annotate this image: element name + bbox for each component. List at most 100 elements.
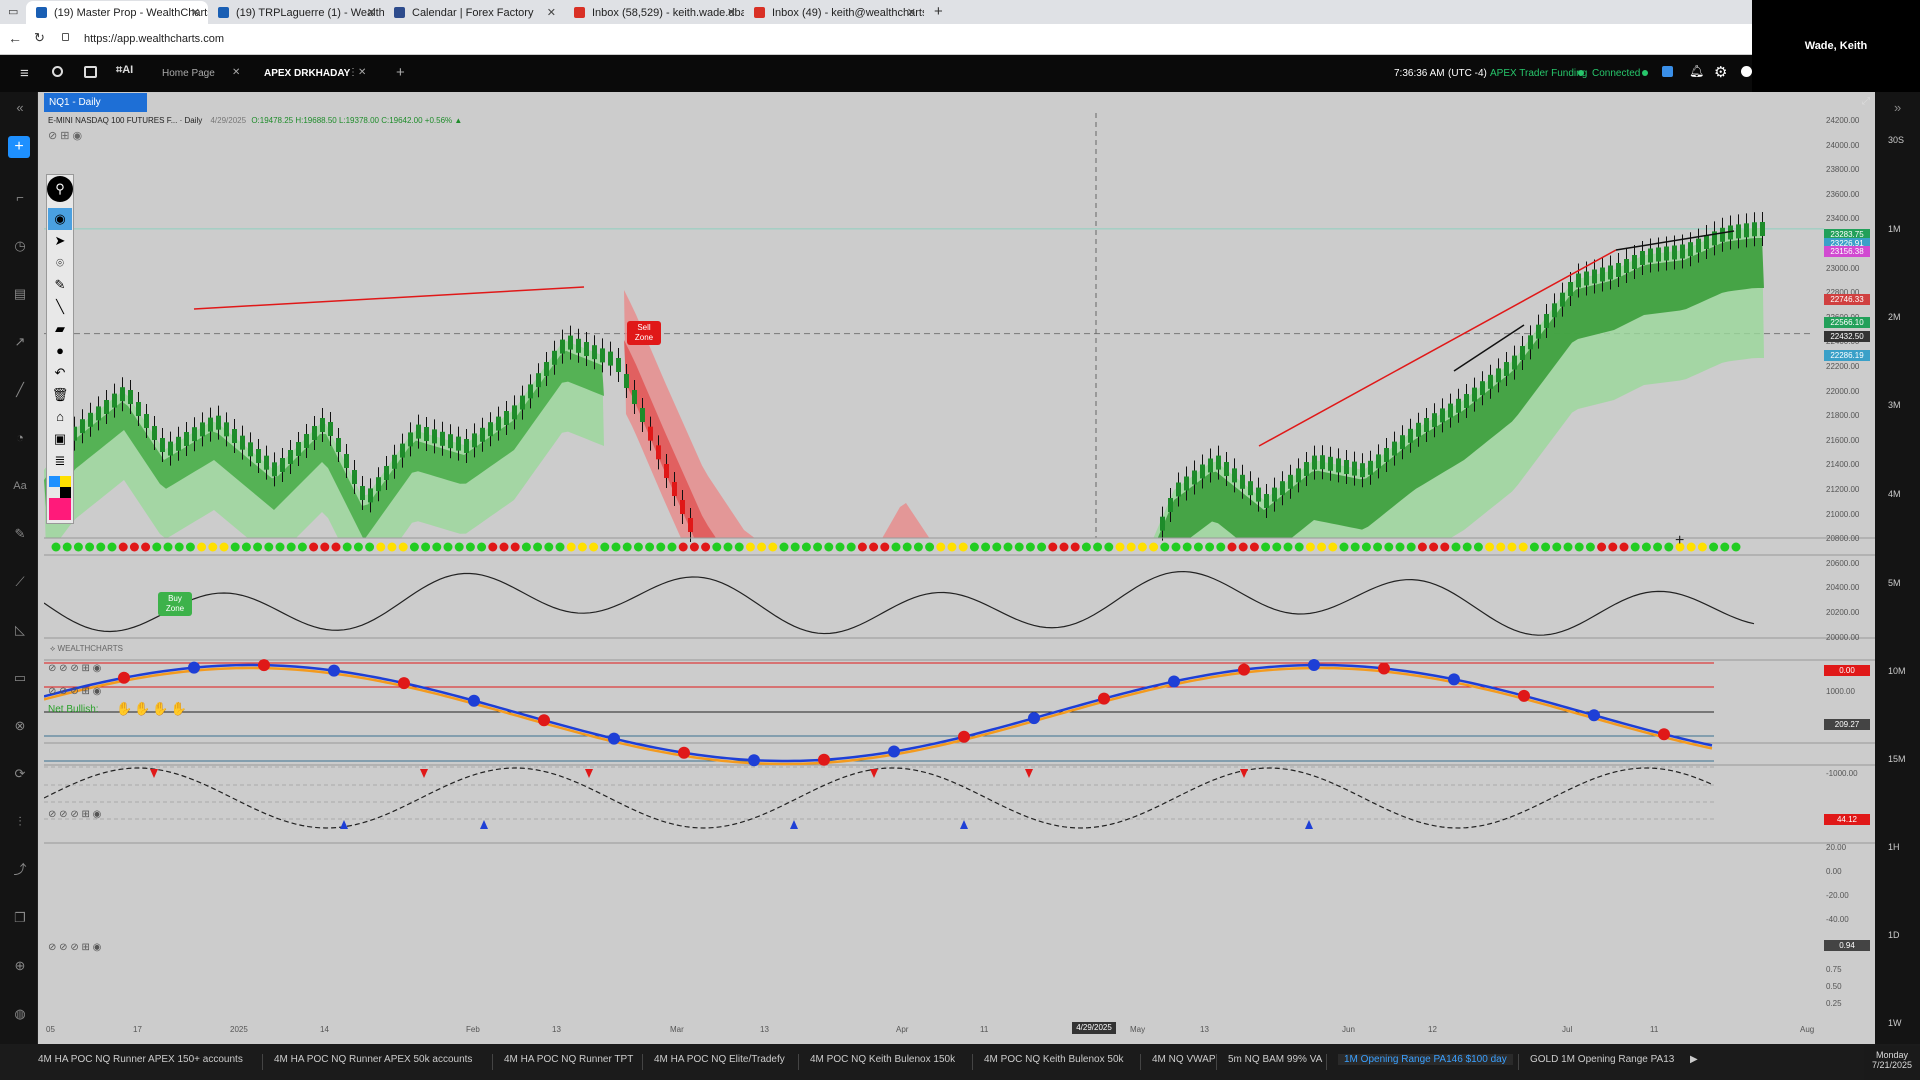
strategy-icon[interactable]: ⤴ [12,862,28,878]
browser-tab-4[interactable]: Inbox (58,529) - keith.wade.dba@ ✕ [564,1,744,24]
indicator-icon[interactable]: ⫶ [12,814,28,830]
funding-label[interactable]: APEX Trader Funding [1490,68,1587,79]
color-swatch-black[interactable] [60,487,71,498]
dots-indicator-controls[interactable]: ⊘ ⊘ ⊘ ⊞ ◉ [48,663,101,674]
gear-icon[interactable]: ⚙ [1714,63,1727,81]
timeframe-1m[interactable]: 1M [1888,224,1901,234]
timeframe-4m[interactable]: 4M [1888,489,1901,499]
collapse-right-icon[interactable]: » [1894,100,1901,115]
pin-icon[interactable]: ⚲ [47,176,73,202]
cursor-icon[interactable]: ➤ [48,230,72,252]
timeframe-1d[interactable]: 1D [1888,930,1900,940]
layout-tab[interactable]: 4M POC NQ Keith Bulenox 50k [984,1054,1124,1065]
layout-tab[interactable]: 4M POC NQ Keith Bulenox 150k [810,1054,955,1065]
ai-icon[interactable]: ⌗AI [116,64,133,77]
price-tag: 23156.38 [1824,246,1870,257]
settings-small-icon[interactable]: ⊘ ⊞ ◉ [48,129,82,142]
timeframe-10m[interactable]: 10M [1888,666,1906,676]
save-icon[interactable] [1662,66,1673,77]
timeframe-15m[interactable]: 15M [1888,754,1906,764]
globe-icon[interactable]: ◍ [12,1006,28,1022]
collapse-left-icon[interactable]: « [12,100,28,116]
close-tab-icon[interactable]: ✕ [367,6,376,19]
layout-tab[interactable]: 4M HA POC NQ Runner APEX 50k accounts [274,1054,472,1065]
menu-icon[interactable]: ≡ [20,65,29,82]
back-icon[interactable]: ← [8,30,22,46]
tab-actions-icon[interactable]: ▭ [8,5,18,18]
osc2-indicator-controls[interactable]: ⊘ ⊘ ⊘ ⊞ ◉ [48,809,101,820]
timeframe-1h[interactable]: 1H [1888,842,1900,852]
layout-tab[interactable]: 4M HA POC NQ Runner TPT [504,1054,633,1065]
trash-icon[interactable]: 🗑︎ [48,384,72,406]
tab-options-icon[interactable]: ⋮ [348,67,358,78]
clipboard-icon[interactable]: ▣ [48,428,72,450]
dot-icon[interactable]: ● [48,340,72,362]
ruler-icon[interactable]: ⟋ [12,574,28,590]
timeframe-1w[interactable]: 1W [1888,1018,1902,1028]
hide-icon[interactable]: ⊗ [12,718,28,734]
windows-icon[interactable]: ❐ [12,910,28,926]
price-chart[interactable] [44,113,1875,1042]
layout-tab[interactable]: GOLD 1M Opening Range PA13 [1530,1054,1674,1065]
color-swatch-blue[interactable] [49,476,60,487]
expand-chart-icon[interactable]: ⤢ [1862,96,1870,107]
timeframe-2m[interactable]: 2M [1888,312,1901,322]
bell-icon[interactable]: 🔔︎ [1689,64,1704,78]
timeframe-30s[interactable]: 30S [1888,135,1904,145]
help-icon[interactable] [1741,66,1752,77]
layers-icon[interactable]: ≣ [48,450,72,472]
layout-tab[interactable]: 4M NQ VWAP [1152,1054,1216,1065]
close-tab-icon[interactable]: ✕ [191,6,200,19]
browser-tab-3[interactable]: Calendar | Forex Factory ✕ [384,1,564,24]
browser-tab-1[interactable]: (19) Master Prop - WealthCharts ✕ [26,1,208,24]
measure-icon[interactable]: ◺ [12,622,28,638]
line-icon[interactable]: ╲ [48,296,72,318]
layout-tab[interactable]: 4M HA POC NQ Elite/Tradefy [654,1054,785,1065]
layout-tab[interactable]: 5m NQ BAM 99% VA [1228,1054,1322,1065]
osc3-indicator-controls[interactable]: ⊘ ⊘ ⊘ ⊞ ◉ [48,942,101,953]
close-tab-icon[interactable]: ✕ [907,6,916,19]
refresh-icon[interactable]: ⟳ [12,766,28,782]
layout-tab[interactable]: 1M Opening Range PA146 $100 day [1338,1054,1513,1065]
tab-apex-drkhaday[interactable]: APEX DRKHADAY [264,68,350,79]
browser-tab-2[interactable]: (19) TRPLaguerre (1) - WealthCha ✕ [208,1,384,24]
shapes-icon[interactable]: ◔ [12,430,28,446]
color-swatch-magenta[interactable] [49,498,71,520]
eraser-icon[interactable]: ▰ [48,318,72,340]
browser-tab-5[interactable]: Inbox (49) - keith@wealthcharts. ✕ [744,1,924,24]
layout-icon[interactable]: ▭ [12,670,28,686]
calendar-icon[interactable]: ▤ [12,286,28,302]
osc1-indicator-controls[interactable]: ⊘ ⊘ ⊘ ⊞ ◉ [48,686,101,697]
symbol-tab[interactable]: NQ1 - Daily [44,93,147,112]
clock-icon[interactable]: ◷ [12,238,28,254]
camera-icon[interactable]: ⌂ [48,406,72,428]
undo-icon[interactable]: ↶ [48,362,72,384]
search-icon[interactable] [52,66,63,77]
pen-icon[interactable]: ✎ [12,526,28,542]
layouts-icon[interactable] [84,66,97,78]
timeframe-3m[interactable]: 3M [1888,400,1901,410]
magnet-icon[interactable]: ⌾ [48,252,72,274]
close-tab-icon[interactable]: ✕ [727,6,736,19]
target-icon[interactable]: ⊕ [12,958,28,974]
line-tool-icon[interactable]: ╱ [12,382,28,398]
trend-icon[interactable]: ↗ [12,334,28,350]
add-tab-icon[interactable]: + [396,64,405,81]
timeframe-5m[interactable]: 5M [1888,578,1901,588]
text-tool-icon[interactable]: Aa [12,478,28,494]
close-tab-icon[interactable]: ✕ [547,6,556,19]
pencil-icon[interactable]: ✎ [48,274,72,296]
close-icon[interactable]: ✕ [232,67,240,78]
close-icon[interactable]: ✕ [358,67,366,78]
reload-icon[interactable]: ↻ [34,30,45,46]
eye-icon[interactable]: ◉ [48,208,72,230]
chart-type-icon[interactable]: ⌐ [12,190,28,206]
add-button[interactable]: + [8,136,30,158]
color-swatch-yellow[interactable] [60,476,71,487]
tab-home-page[interactable]: Home Page [162,68,215,79]
layout-tab[interactable]: 4M HA POC NQ Runner APEX 150+ accounts [38,1054,243,1065]
url-field[interactable]: https://app.wealthcharts.com [84,33,224,45]
new-tab-icon[interactable]: + [934,3,943,20]
candle-body [400,443,405,458]
scroll-right-icon[interactable]: ▶ [1690,1054,1698,1065]
